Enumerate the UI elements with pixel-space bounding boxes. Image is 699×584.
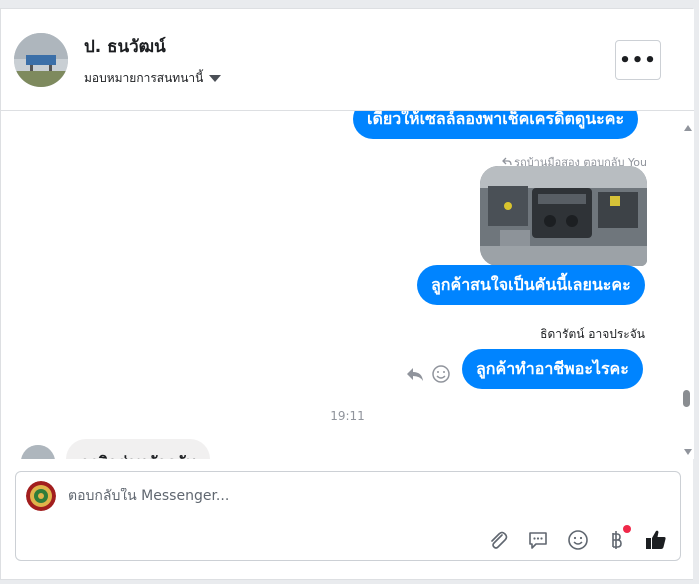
conversation-panel: ป. ธนวัฒน์ มอบหมายการสนทนานี้ ••• เดี๋ยว…	[0, 8, 694, 580]
assign-conversation-dropdown[interactable]: มอบหมายการสนทนานี้	[84, 69, 222, 88]
contact-avatar-small	[21, 445, 55, 459]
react-emoji-icon[interactable]	[431, 364, 451, 389]
contact-avatar[interactable]	[14, 33, 68, 87]
message-composer	[15, 471, 681, 561]
caret-down-icon	[209, 75, 222, 82]
assign-conversation-label: มอบหมายการสนทนานี้	[84, 71, 204, 85]
saved-reply-icon[interactable]	[526, 528, 550, 552]
scroll-down-arrow-icon[interactable]	[684, 449, 692, 455]
baht-payment-icon[interactable]	[604, 525, 631, 552]
paperclip-icon[interactable]	[486, 528, 510, 552]
conversation-header: ป. ธนวัฒน์ มอบหมายการสนทนานี้ •••	[1, 9, 694, 111]
outgoing-message[interactable]: ลูกค้าทำอาชีพอะไรคะ	[462, 349, 643, 389]
message-timestamp: 19:11	[330, 409, 365, 423]
scroll-up-arrow-icon[interactable]	[684, 125, 692, 131]
notification-dot	[623, 525, 631, 533]
message-thread: เดี๋ยวให้เซลล์ลองพาเช็คเครดิตดูนะคะ รถบ้…	[1, 111, 694, 459]
outgoing-message[interactable]: ลูกค้าสนใจเป็นคันนี้เลยนะคะ	[417, 265, 645, 305]
car-engine-photo[interactable]	[480, 166, 647, 266]
incoming-message[interactable]: ธุรกิจส่วนตัวครับ	[66, 439, 210, 459]
page-avatar	[26, 481, 56, 511]
outgoing-message[interactable]: เดี๋ยวให้เซลล์ลองพาเช็คเครดิตดูนะคะ	[353, 111, 639, 139]
like-icon[interactable]	[644, 528, 668, 552]
thread-scrollbar[interactable]	[681, 117, 694, 460]
more-options-button[interactable]: •••	[615, 40, 661, 80]
emoji-icon[interactable]	[566, 528, 590, 552]
scrollbar-thumb[interactable]	[683, 390, 690, 407]
contact-name: ป. ธนวัฒน์	[84, 37, 166, 57]
reply-icon[interactable]	[405, 364, 425, 389]
reply-input[interactable]	[68, 488, 628, 504]
message-actions	[405, 364, 451, 389]
sender-name: ธิดารัตน์ อาจประจัน	[540, 327, 645, 341]
